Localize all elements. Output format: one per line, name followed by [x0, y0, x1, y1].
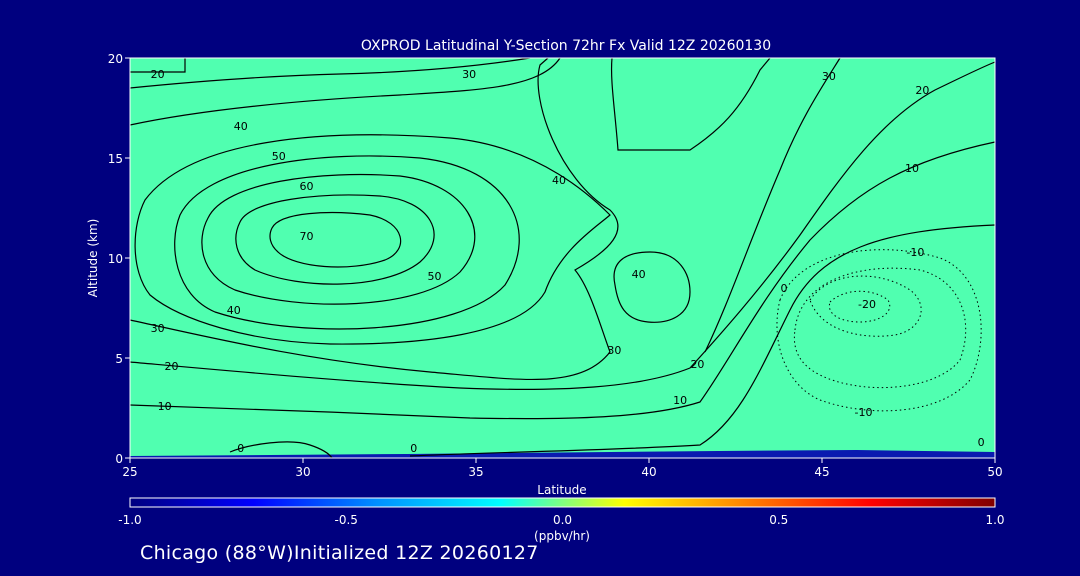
contour-label: 0	[978, 436, 985, 449]
colorbar-unit: (ppbv/hr)	[534, 529, 590, 543]
contour-label: 50	[427, 270, 441, 283]
plot-area	[130, 58, 995, 458]
colorbar-tick-label: -0.5	[335, 513, 358, 527]
x-tick-label: 30	[295, 465, 310, 479]
colorbar-tick-label: 0.0	[553, 513, 572, 527]
contour-label: 30	[151, 322, 165, 335]
contour-label: 30	[822, 70, 836, 83]
colorbar-tick-label: -1.0	[118, 513, 141, 527]
contour-label: 30	[607, 344, 621, 357]
y-tick-label: 0	[115, 452, 123, 466]
colorbar-tick-label: 1.0	[985, 513, 1004, 527]
contour-label: 0	[237, 442, 244, 455]
contour-label: 30	[462, 68, 476, 81]
contour-label: 20	[151, 68, 165, 81]
y-tick-label: 10	[108, 252, 123, 266]
contour-label: -10	[906, 246, 924, 259]
footer-info: Chicago (88°W)Initialized 12Z 20260127	[140, 542, 539, 564]
contour-label: 50	[272, 150, 286, 163]
contour-label: 20	[915, 84, 929, 97]
contour-label: 60	[299, 180, 313, 193]
contour-label: 0	[410, 442, 417, 455]
contour-label: 40	[227, 304, 241, 317]
y-axis-label: Altitude (km)	[86, 219, 100, 298]
x-tick-label: 50	[987, 465, 1002, 479]
plot-background	[130, 58, 995, 458]
x-tick-label: 45	[814, 465, 829, 479]
contour-label: 0	[780, 282, 787, 295]
colorbar-tick-label: 0.5	[769, 513, 788, 527]
chart-figure: OXPROD Latitudinal Y-Section 72hr Fx Val…	[86, 38, 1005, 543]
y-tick-label: 20	[108, 52, 123, 66]
contour-label: 40	[632, 268, 646, 281]
contour-label: -10	[855, 406, 873, 419]
contour-label: 40	[552, 174, 566, 187]
colorbar-ticks: -1.0 -0.5 0.0 0.5 1.0	[118, 513, 1004, 527]
chart-title: OXPROD Latitudinal Y-Section 72hr Fx Val…	[361, 38, 771, 54]
colorbar	[129, 497, 996, 508]
y-tick-label: 15	[108, 152, 123, 166]
contour-label: 10	[158, 400, 172, 413]
x-tick-label: 40	[641, 465, 656, 479]
contour-label: 70	[299, 230, 313, 243]
y-tick-label: 5	[115, 352, 123, 366]
x-axis-label: Latitude	[537, 483, 586, 497]
x-tick-label: 35	[468, 465, 483, 479]
contour-label: 10	[673, 394, 687, 407]
x-tick-label: 25	[122, 465, 137, 479]
contour-label: 40	[234, 120, 248, 133]
contour-label: -20	[858, 298, 876, 311]
contour-label: 20	[165, 360, 179, 373]
contour-label: 20	[690, 358, 704, 371]
contour-label: 10	[905, 162, 919, 175]
